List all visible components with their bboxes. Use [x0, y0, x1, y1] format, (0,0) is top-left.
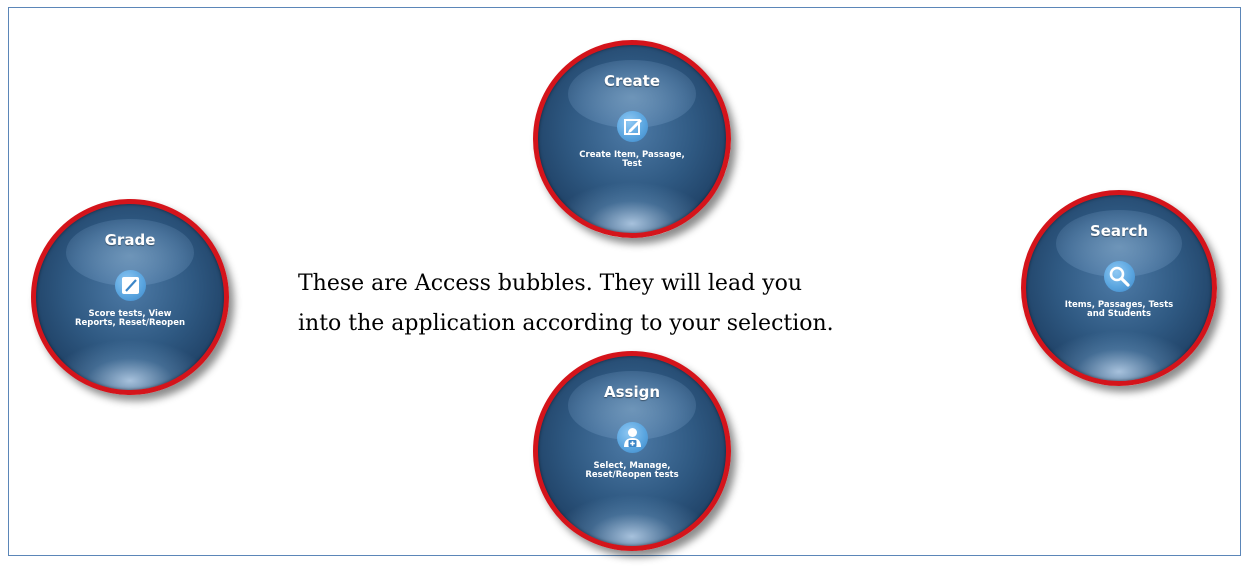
search-bubble-title: Search: [1089, 222, 1149, 240]
user-add-icon: [616, 422, 648, 453]
create-bubble-subtitle: Create Item, Passage, Test: [579, 150, 685, 169]
assign-bubble-subtitle: Select, Manage, Reset/Reopen tests: [585, 461, 679, 480]
assign-bubble-title: Assign: [603, 383, 661, 401]
grade-bubble-subtitle: Score tests, View Reports, Reset/Reopen: [74, 309, 186, 328]
assign-bubble[interactable]: Assign Select, Manage, Reset/Reopen test…: [533, 351, 731, 551]
caption-line-2: into the application according to your s…: [298, 311, 834, 336]
grade-bubble-title: Grade: [104, 231, 156, 249]
search-bubble[interactable]: Search Items, Passages, Tests and Studen…: [1021, 190, 1217, 386]
create-bubble-title: Create: [603, 72, 661, 90]
caption-line-1: These are Access bubbles. They will lead…: [298, 271, 802, 296]
magnifier-icon: [1103, 261, 1135, 292]
edit-square-icon: [616, 111, 648, 142]
grade-bubble[interactable]: Grade Score tests, View Reports, Reset/R…: [31, 199, 229, 395]
create-bubble[interactable]: Create Create Item, Passage, Test: [533, 40, 731, 238]
bubbles-caption: These are Access bubbles. They will lead…: [298, 264, 1018, 344]
pencil-icon: [114, 270, 146, 301]
figure-frame: Create Create Item, Passage, Test Grade …: [8, 7, 1241, 556]
search-bubble-subtitle: Items, Passages, Tests and Students: [1064, 300, 1174, 319]
